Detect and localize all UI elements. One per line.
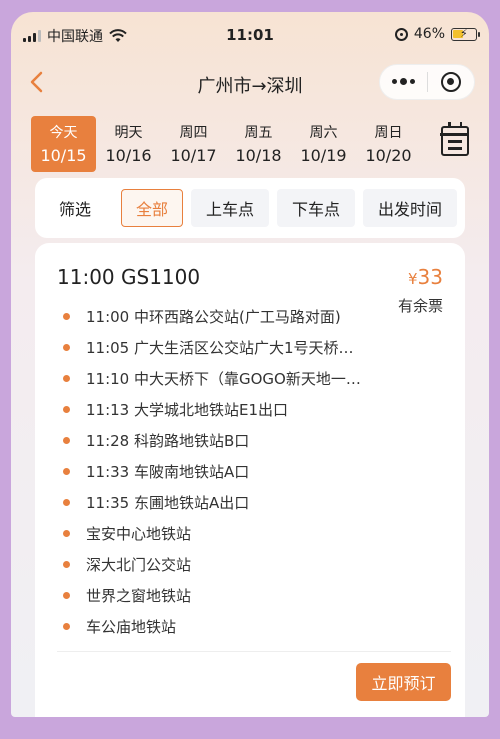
trip-card[interactable]: 11:00 GS1100 ¥33 有余票 11:00 中环西路公交站(广工马路对…	[35, 243, 465, 717]
availability-label: 有余票	[397, 297, 443, 315]
date-day: 10/20	[365, 146, 412, 165]
stop-dot-icon	[63, 375, 70, 382]
stop-text: 深大北门公交站	[86, 556, 192, 574]
battery-percent: 46%	[413, 26, 445, 42]
date-weekday: 今天	[49, 125, 78, 141]
stop-dot-icon	[63, 313, 70, 320]
mini-program-capsule	[379, 64, 475, 100]
stop-dot-icon	[63, 437, 70, 444]
filter-bar: 筛选 全部 上车点 下车点 出发时间	[35, 178, 465, 238]
nav-bar: 广州市→深圳	[11, 56, 489, 112]
date-tab[interactable]: 明天 10/16	[96, 116, 161, 172]
date-weekday: 周日	[374, 125, 403, 141]
date-day: 10/17	[170, 146, 217, 165]
date-weekday: 周五	[244, 125, 273, 141]
phone-screen: 中国联通 11:01 46% ⚡ 广州市→深圳 今天 10/15 明天 10/16 周四…	[11, 12, 489, 717]
stop-text: 11:28 科韵路地铁站B口	[86, 432, 250, 450]
stop-item: 深大北门公交站	[63, 549, 393, 580]
date-weekday: 周六	[309, 125, 338, 141]
filter-pickup-button[interactable]: 上车点	[191, 189, 269, 227]
date-tab[interactable]: 周五 10/18	[226, 116, 291, 172]
stop-dot-icon	[63, 344, 70, 351]
date-tab[interactable]: 周六 10/19	[291, 116, 356, 172]
stop-item: 车公庙地铁站	[63, 611, 393, 642]
calendar-icon[interactable]	[440, 122, 469, 156]
date-weekday: 明天	[114, 125, 143, 141]
target-close-icon	[440, 72, 461, 92]
stop-text: 11:33 车陂南地铁站A口	[86, 463, 250, 481]
stop-text: 11:05 广大生活区公交站广大1号天桥…	[86, 339, 354, 357]
filter-dropoff-button[interactable]: 下车点	[277, 189, 355, 227]
stop-dot-icon	[63, 592, 70, 599]
stop-dot-icon	[63, 406, 70, 413]
stop-text: 11:13 大学城北地铁站E1出口	[86, 401, 289, 419]
stop-dot-icon	[63, 561, 70, 568]
stop-item: 11:35 东圃地铁站A出口	[63, 487, 393, 518]
status-right: 46% ⚡	[394, 26, 480, 42]
status-bar: 中国联通 11:01 46% ⚡	[11, 12, 489, 56]
stop-dot-icon	[63, 623, 70, 630]
book-now-button[interactable]: 立即预订	[356, 663, 451, 701]
stop-text: 世界之窗地铁站	[86, 587, 192, 605]
stop-text: 11:35 东圃地铁站A出口	[86, 494, 250, 512]
more-dots-icon[interactable]	[380, 78, 427, 85]
stop-list: 11:00 中环西路公交站(广工马路对面) 11:05 广大生活区公交站广大1号天…	[63, 301, 393, 642]
stop-item: 11:33 车陂南地铁站A口	[63, 456, 393, 487]
date-day: 10/19	[300, 146, 347, 165]
stop-dot-icon	[63, 530, 70, 537]
date-day: 10/16	[105, 146, 152, 165]
stop-item: 11:28 科韵路地铁站B口	[63, 425, 393, 456]
stop-text: 11:00 中环西路公交站(广工马路对面)	[86, 308, 341, 326]
close-button[interactable]	[428, 72, 475, 92]
stop-text: 车公庙地铁站	[86, 618, 177, 636]
stop-item: 11:10 中大天桥下（靠GOGO新天地一…	[63, 363, 393, 394]
stop-text: 11:10 中大天桥下（靠GOGO新天地一…	[86, 370, 361, 388]
filter-departure-time-button[interactable]: 出发时间	[363, 189, 457, 227]
date-weekday: 周四	[179, 125, 208, 141]
rotation-lock-icon	[394, 27, 408, 41]
stop-text: 宝安中心地铁站	[86, 525, 192, 543]
stop-item: 11:05 广大生活区公交站广大1号天桥…	[63, 332, 393, 363]
currency-symbol: ¥	[408, 270, 418, 288]
stop-item: 11:00 中环西路公交站(广工马路对面)	[63, 301, 393, 332]
stop-dot-icon	[63, 468, 70, 475]
date-day: 10/15	[40, 146, 87, 165]
trip-header: 11:00 GS1100	[57, 265, 201, 289]
card-divider	[57, 651, 451, 652]
date-tab[interactable]: 周四 10/17	[161, 116, 226, 172]
date-tab[interactable]: 周日 10/20	[356, 116, 421, 172]
stop-item: 宝安中心地铁站	[63, 518, 393, 549]
filter-label: 筛选	[59, 200, 92, 219]
date-day: 10/18	[235, 146, 282, 165]
stop-dot-icon	[63, 499, 70, 506]
frame-border	[0, 717, 500, 739]
filter-all-button[interactable]: 全部	[121, 189, 183, 227]
price-value: 33	[417, 265, 443, 289]
trip-price: ¥33	[408, 265, 443, 289]
stop-item: 11:13 大学城北地铁站E1出口	[63, 394, 393, 425]
date-tab[interactable]: 今天 10/15	[31, 116, 96, 172]
stop-item: 世界之窗地铁站	[63, 580, 393, 611]
date-selector: 今天 10/15 明天 10/16 周四 10/17 周五 10/18 周六 10/19 周日 10/…	[31, 116, 431, 172]
battery-icon: ⚡	[451, 27, 480, 41]
